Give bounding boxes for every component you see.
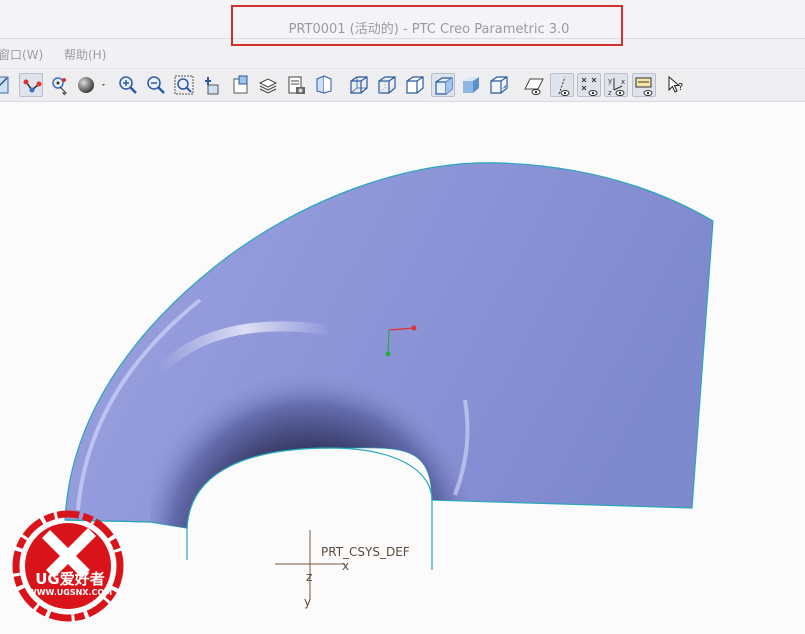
svg-text:y: y <box>608 77 612 85</box>
refit-icon[interactable] <box>172 73 196 97</box>
datum-x-point <box>411 325 417 331</box>
svg-text:?: ? <box>678 82 683 93</box>
layers-icon[interactable] <box>256 73 280 97</box>
named-views-icon[interactable] <box>228 73 252 97</box>
axis-y-label: y <box>304 595 312 609</box>
csys-name-label: PRT_CSYS_DEF <box>321 545 410 559</box>
menu-window[interactable]: 窗口(W) <box>0 46 43 63</box>
saved-orientations-icon[interactable] <box>312 73 336 97</box>
wireframe-icon[interactable] <box>347 73 371 97</box>
plane-display-icon[interactable] <box>522 73 546 97</box>
watermark-brand: UG爱好者 <box>35 570 105 588</box>
repaint-icon[interactable] <box>284 73 308 97</box>
axis-x-label: x <box>342 559 350 573</box>
axis-z-label: z <box>306 570 313 584</box>
zoom-out-icon[interactable] <box>144 73 168 97</box>
csys-icon[interactable] <box>19 73 43 97</box>
svg-text:z: z <box>608 89 612 97</box>
csys-display-icon[interactable]: yz x <box>604 73 628 97</box>
zoom-in-icon[interactable] <box>116 73 140 97</box>
title-highlight-box: PRT0001 (活动的) - PTC Creo Parametric 3.0 <box>231 5 623 46</box>
appearance-gallery-icon[interactable] <box>74 73 108 97</box>
watermark-logo: UG爱好者 WWW.UGSNX.COM <box>10 508 130 628</box>
window-title: PRT0001 (活动的) - PTC Creo Parametric 3.0 <box>288 22 570 37</box>
point-display-icon[interactable] <box>577 73 601 97</box>
spin-center-icon[interactable] <box>48 73 72 97</box>
watermark-url: WWW.UGSNX.COM <box>27 588 113 597</box>
datum-display-icon[interactable] <box>0 73 12 97</box>
menu-help[interactable]: 帮助(H) <box>64 46 106 63</box>
annotation-display-icon[interactable] <box>632 73 656 97</box>
whats-this-icon[interactable]: ? <box>665 73 689 97</box>
view-manager-icon[interactable] <box>200 73 224 97</box>
hidden-line-icon[interactable] <box>375 73 399 97</box>
axis-display-icon[interactable] <box>550 73 574 97</box>
no-hidden-icon[interactable] <box>403 73 427 97</box>
shading-reflections-icon[interactable] <box>487 73 511 97</box>
shading-icon[interactable] <box>459 73 483 97</box>
shading-with-edges-icon[interactable] <box>431 73 455 97</box>
svg-text:x: x <box>621 78 625 86</box>
datum-y-point <box>385 351 391 357</box>
graphics-toolbar: yz x ? <box>0 69 805 102</box>
